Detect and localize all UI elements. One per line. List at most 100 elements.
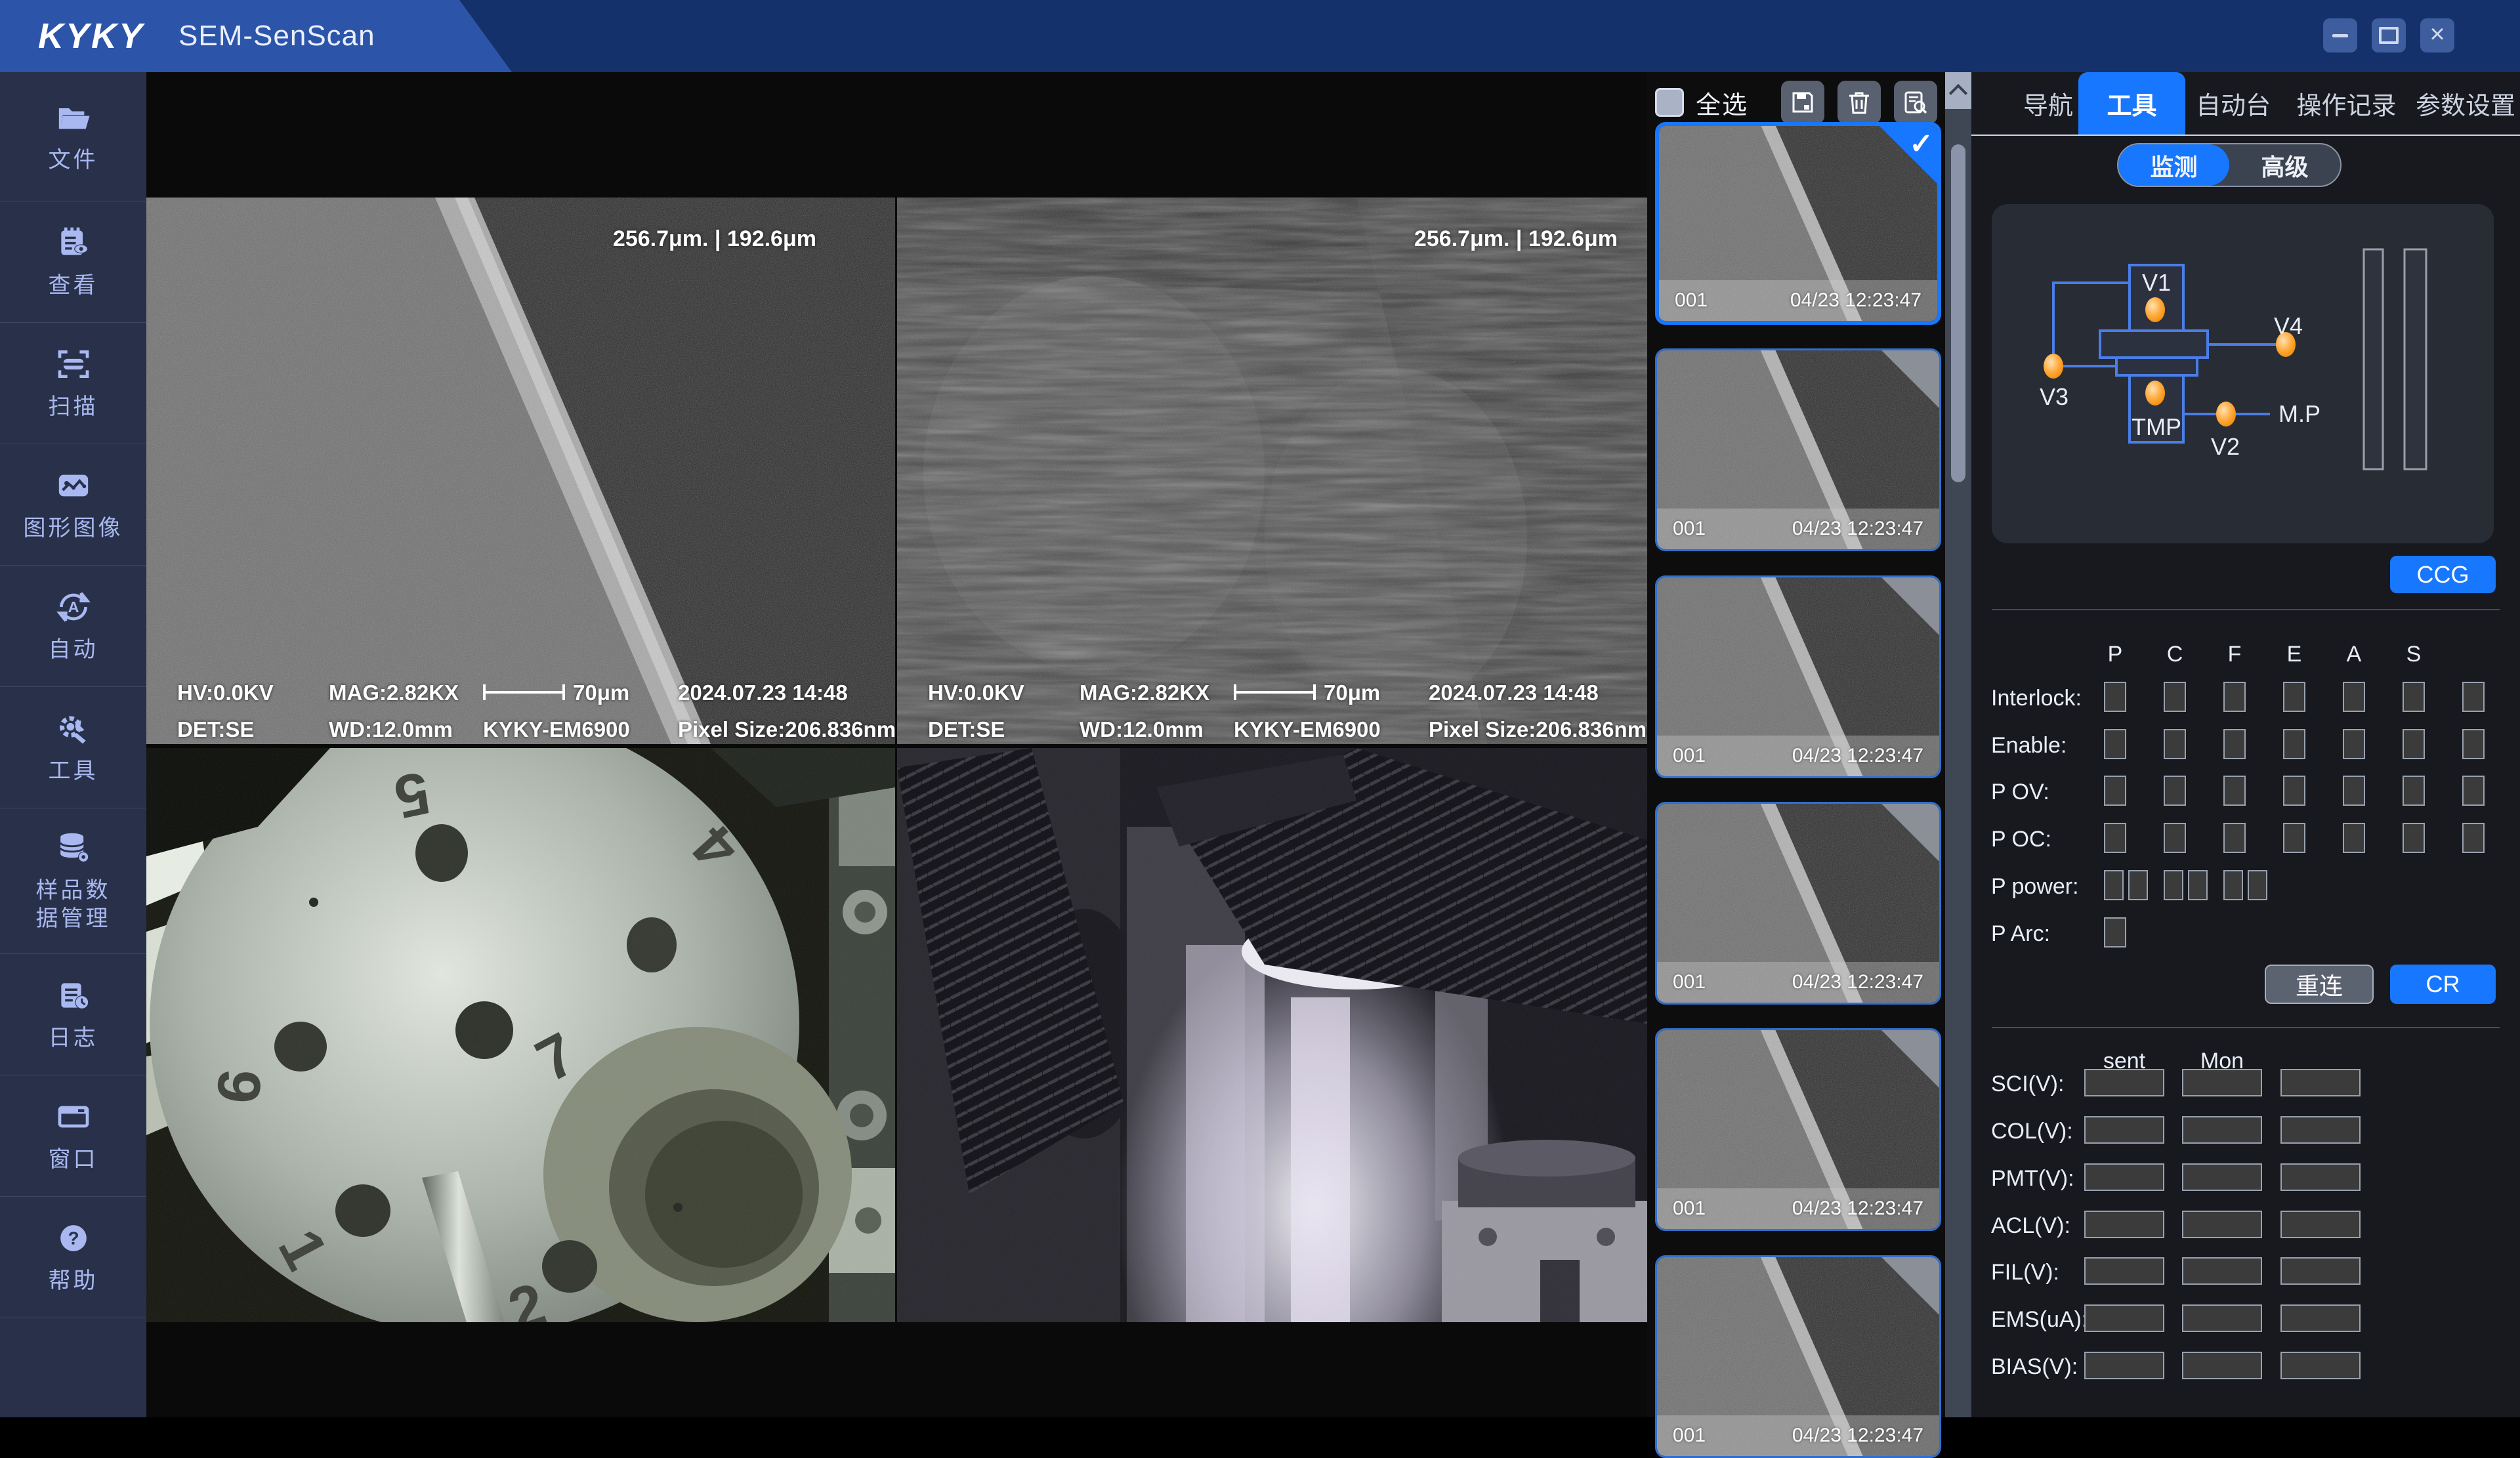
ccg-button[interactable]: CCG bbox=[2390, 556, 2496, 593]
bias-mon-field[interactable] bbox=[2182, 1352, 2262, 1379]
delete-button[interactable] bbox=[1838, 81, 1881, 124]
acl-mon-field[interactable] bbox=[2182, 1211, 2262, 1238]
status-checkbox[interactable] bbox=[2104, 870, 2124, 900]
col-mon-field[interactable] bbox=[2182, 1116, 2262, 1144]
status-checkbox[interactable] bbox=[2283, 823, 2305, 853]
status-checkbox[interactable] bbox=[2283, 682, 2305, 712]
thumbnail-item-1[interactable]: ✓ 001 04/23 12:23:47 bbox=[1655, 122, 1941, 325]
status-checkbox[interactable] bbox=[2343, 823, 2365, 853]
sidebar-item-window[interactable]: 窗口 bbox=[0, 1075, 146, 1197]
bias-sent-field[interactable] bbox=[2084, 1352, 2164, 1379]
scroll-up-button[interactable] bbox=[1945, 72, 1971, 109]
wd-value: WD:12.0mm bbox=[1080, 717, 1204, 742]
status-checkbox[interactable] bbox=[2283, 729, 2305, 759]
status-checkbox[interactable] bbox=[2104, 776, 2126, 806]
sidebar-item-image[interactable]: 图形图像 bbox=[0, 444, 146, 566]
pmt-mon-field[interactable] bbox=[2182, 1163, 2262, 1191]
col-sent-field[interactable] bbox=[2084, 1116, 2164, 1144]
status-checkbox[interactable] bbox=[2343, 682, 2365, 712]
status-checkbox[interactable] bbox=[2403, 682, 2425, 712]
status-checkbox[interactable] bbox=[2164, 776, 2186, 806]
thumbnail-item-2[interactable]: 001 04/23 12:23:47 bbox=[1655, 348, 1941, 551]
sidebar-item-auto[interactable]: A 自动 bbox=[0, 566, 146, 687]
thumbnail-scrollbar[interactable] bbox=[1945, 72, 1971, 1417]
ems-mon-field[interactable] bbox=[2182, 1304, 2262, 1332]
status-checkbox[interactable] bbox=[2188, 870, 2208, 900]
sci-extra-field[interactable] bbox=[2280, 1069, 2361, 1096]
fil-sent-field[interactable] bbox=[2084, 1257, 2164, 1285]
ems-sent-field[interactable] bbox=[2084, 1304, 2164, 1332]
status-checkbox[interactable] bbox=[2343, 729, 2365, 759]
thumbnail-footer: 001 04/23 12:23:47 bbox=[1657, 1188, 1939, 1229]
tab-operation-log[interactable]: 操作记录 bbox=[2282, 72, 2410, 135]
status-checkbox[interactable] bbox=[2104, 682, 2126, 712]
check-icon: ✓ bbox=[1909, 127, 1933, 161]
status-checkbox[interactable] bbox=[2223, 682, 2246, 712]
acl-sent-field[interactable] bbox=[2084, 1211, 2164, 1238]
thumbnail-item-5[interactable]: 001 04/23 12:23:47 bbox=[1655, 1028, 1941, 1231]
tab-tools[interactable]: 工具 bbox=[2078, 72, 2185, 135]
col-extra-field[interactable] bbox=[2280, 1116, 2361, 1144]
status-checkbox[interactable] bbox=[2128, 870, 2148, 900]
sidebar-item-file[interactable]: 文件 bbox=[0, 72, 146, 201]
tab-auto-stage[interactable]: 自动台 bbox=[2181, 72, 2286, 135]
sem-viewport-1[interactable]: 256.7μm. | 192.6μm HV:0.0KV MAG:2.82KX 7… bbox=[146, 198, 895, 744]
status-checkbox[interactable] bbox=[2164, 823, 2186, 853]
mode-monitor-button[interactable]: 监测 bbox=[2118, 144, 2229, 186]
status-checkbox[interactable] bbox=[2164, 682, 2186, 712]
sidebar-item-view[interactable]: 查看 bbox=[0, 201, 146, 323]
pmt-extra-field[interactable] bbox=[2280, 1163, 2361, 1191]
thumbnail-item-3[interactable]: 001 04/23 12:23:47 bbox=[1655, 575, 1941, 778]
sidebar-item-sample-data[interactable]: 样品数据管理 bbox=[0, 808, 146, 954]
status-checkbox[interactable] bbox=[2283, 776, 2305, 806]
status-checkbox[interactable] bbox=[2223, 870, 2243, 900]
status-checkbox[interactable] bbox=[2223, 729, 2246, 759]
status-checkbox[interactable] bbox=[2462, 682, 2485, 712]
reconnect-button[interactable]: 重连 bbox=[2265, 965, 2374, 1004]
cr-button[interactable]: CR bbox=[2390, 965, 2496, 1004]
preview-button[interactable] bbox=[1894, 81, 1937, 124]
status-checkbox[interactable] bbox=[2403, 729, 2425, 759]
stage-camera-viewport[interactable]: 5 4 9 7 1 2 bbox=[146, 748, 895, 1322]
mode-advanced-button[interactable]: 高级 bbox=[2229, 144, 2340, 186]
status-checkbox[interactable] bbox=[2223, 823, 2246, 853]
close-button[interactable]: × bbox=[2420, 18, 2454, 52]
chamber-camera-viewport[interactable] bbox=[897, 748, 1647, 1322]
maximize-button[interactable] bbox=[2372, 18, 2406, 52]
status-checkbox[interactable] bbox=[2403, 776, 2425, 806]
pmt-sent-field[interactable] bbox=[2084, 1163, 2164, 1191]
status-checkbox[interactable] bbox=[2462, 776, 2485, 806]
status-checkbox[interactable] bbox=[2248, 870, 2267, 900]
sidebar-item-tools[interactable]: 工具 bbox=[0, 687, 146, 808]
minimize-button[interactable] bbox=[2323, 18, 2357, 52]
sem-viewport-2[interactable]: 256.7μm. | 192.6μm HV:0.0KV MAG:2.82KX 7… bbox=[897, 198, 1647, 744]
tab-parameter-settings[interactable]: 参数设置 bbox=[2411, 72, 2520, 135]
select-all-checkbox[interactable] bbox=[1655, 88, 1684, 117]
status-checkbox[interactable] bbox=[2104, 729, 2126, 759]
status-checkbox[interactable] bbox=[2343, 776, 2365, 806]
status-checkbox[interactable] bbox=[2104, 917, 2126, 948]
ems-extra-field[interactable] bbox=[2280, 1304, 2361, 1332]
status-checkbox[interactable] bbox=[2164, 729, 2186, 759]
sidebar-item-log[interactable]: 日志 bbox=[0, 954, 146, 1075]
status-checkbox[interactable] bbox=[2223, 776, 2246, 806]
scrollbar-thumb[interactable] bbox=[1951, 144, 1965, 482]
thumbnail-item-4[interactable]: 001 04/23 12:23:47 bbox=[1655, 802, 1941, 1005]
thumbnail-item-6[interactable]: 001 04/23 12:23:47 bbox=[1655, 1255, 1941, 1458]
status-checkbox[interactable] bbox=[2104, 823, 2126, 853]
save-button[interactable] bbox=[1781, 81, 1824, 124]
section-divider bbox=[1992, 1027, 2500, 1028]
bias-extra-field[interactable] bbox=[2280, 1352, 2361, 1379]
status-checkbox[interactable] bbox=[2403, 823, 2425, 853]
sidebar-item-scan[interactable]: 扫描 bbox=[0, 323, 146, 444]
acl-extra-field[interactable] bbox=[2280, 1211, 2361, 1238]
status-checkbox[interactable] bbox=[2164, 870, 2183, 900]
sidebar-item-label: 工具 bbox=[49, 757, 98, 785]
fil-extra-field[interactable] bbox=[2280, 1257, 2361, 1285]
status-checkbox[interactable] bbox=[2462, 823, 2485, 853]
status-checkbox[interactable] bbox=[2462, 729, 2485, 759]
fil-mon-field[interactable] bbox=[2182, 1257, 2262, 1285]
sidebar-item-help[interactable]: ? 帮助 bbox=[0, 1197, 146, 1318]
sci-sent-field[interactable] bbox=[2084, 1069, 2164, 1096]
sci-mon-field[interactable] bbox=[2182, 1069, 2262, 1096]
